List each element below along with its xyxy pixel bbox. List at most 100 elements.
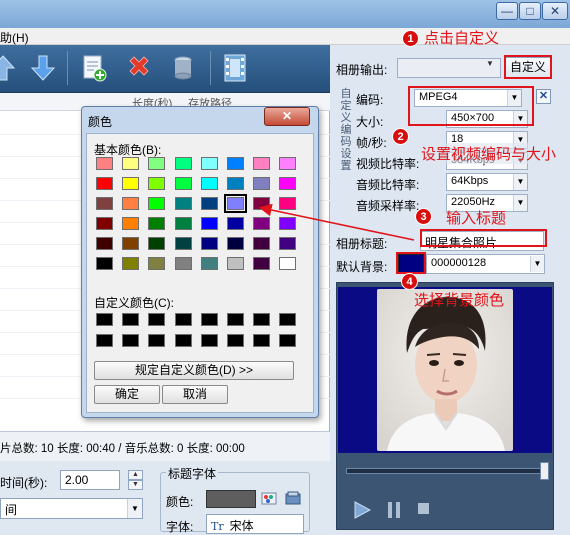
add-item-icon[interactable] [77, 51, 111, 85]
annotation-4-box [396, 252, 426, 274]
basic-color-swatch[interactable] [122, 237, 140, 250]
spin-up-icon[interactable]: ▲ [128, 470, 143, 480]
basic-color-swatch[interactable] [224, 194, 247, 213]
font-color-swatch[interactable] [206, 490, 256, 508]
basic-color-swatch[interactable] [148, 157, 166, 170]
chevron-down-icon[interactable]: ▼ [513, 174, 527, 190]
chevron-down-icon[interactable]: ▼ [513, 195, 527, 211]
basic-color-swatch[interactable] [174, 217, 192, 230]
duration-input[interactable]: 2.00 [60, 470, 120, 490]
basic-color-swatch[interactable] [227, 217, 244, 230]
custom-color-swatch[interactable] [174, 313, 192, 326]
palette-icon[interactable] [260, 489, 278, 510]
custom-color-swatch[interactable] [227, 313, 244, 326]
basic-color-swatch[interactable] [174, 177, 192, 190]
play-icon[interactable] [352, 500, 372, 523]
basic-color-swatch[interactable] [279, 177, 297, 190]
basic-color-swatch[interactable] [122, 217, 140, 230]
basic-color-swatch[interactable] [174, 197, 192, 210]
custom-color-swatch[interactable] [122, 334, 140, 347]
film-strip-icon[interactable] [218, 51, 252, 85]
custom-color-swatch[interactable] [148, 334, 166, 347]
transition-select[interactable]: 间 [0, 498, 143, 519]
basic-color-swatch[interactable] [253, 177, 271, 190]
basic-color-swatch[interactable] [200, 217, 218, 230]
custom-color-swatch[interactable] [200, 334, 218, 347]
basic-color-swatch[interactable] [148, 237, 166, 250]
basic-color-swatch[interactable] [200, 177, 218, 190]
basic-color-swatch[interactable] [227, 237, 244, 250]
basic-color-swatch[interactable] [253, 257, 271, 270]
pause-icon[interactable] [386, 500, 402, 523]
basic-color-swatch[interactable] [279, 157, 297, 170]
maximize-button[interactable]: □ [519, 2, 541, 20]
basic-color-swatch[interactable] [96, 217, 113, 230]
custom-color-swatch[interactable] [148, 313, 166, 326]
cancel-button[interactable]: 取消 [162, 385, 228, 404]
custom-color-swatch[interactable] [200, 313, 218, 326]
close-settings-icon[interactable]: ✕ [536, 89, 551, 104]
define-custom-colors-button[interactable]: 规定自定义颜色(D) >> [94, 361, 294, 380]
basic-color-swatch[interactable] [148, 177, 166, 190]
custom-color-swatch[interactable] [253, 334, 271, 347]
basic-color-swatch[interactable] [174, 237, 192, 250]
basic-color-swatch[interactable] [96, 257, 113, 270]
basic-color-swatch[interactable] [279, 257, 297, 270]
basic-color-swatch[interactable] [200, 157, 218, 170]
basic-color-swatch[interactable] [148, 217, 166, 230]
basic-color-swatch[interactable] [96, 237, 113, 250]
basic-color-swatch[interactable] [122, 257, 140, 270]
chevron-down-icon[interactable]: ▼ [486, 59, 494, 68]
basic-color-swatch[interactable] [148, 257, 166, 270]
spin-down-icon[interactable]: ▼ [128, 480, 143, 490]
basic-color-swatch[interactable] [200, 237, 218, 250]
basic-color-swatch[interactable] [253, 157, 271, 170]
font-type-icon: Tr [211, 520, 224, 533]
custom-encoding-vertical-label: 自定义编码设置 [340, 88, 352, 172]
basic-color-swatch[interactable] [227, 177, 244, 190]
basic-color-swatch[interactable] [227, 257, 244, 270]
custom-color-swatch[interactable] [227, 334, 244, 347]
basic-color-swatch[interactable] [122, 177, 140, 190]
custom-color-swatch[interactable] [279, 313, 297, 326]
chevron-down-icon[interactable]: ▼ [530, 256, 544, 272]
annotation-1-badge: 1 [402, 30, 419, 47]
basic-color-swatch[interactable] [148, 197, 166, 210]
custom-color-swatch[interactable] [279, 334, 297, 347]
playback-slider-thumb[interactable] [540, 462, 549, 480]
basic-color-swatch[interactable] [200, 197, 218, 210]
annotation-3-text: 输入标题 [446, 209, 507, 227]
menu-help[interactable]: 助(H) [0, 29, 29, 46]
basic-color-swatch[interactable] [174, 257, 192, 270]
clear-icon[interactable] [166, 51, 200, 85]
move-down-icon[interactable] [26, 51, 60, 85]
custom-color-swatch[interactable] [96, 313, 113, 326]
custom-color-swatch[interactable] [174, 334, 192, 347]
font-select[interactable]: Tr 宋体 [206, 514, 304, 534]
basic-color-swatch[interactable] [227, 157, 244, 170]
dialog-close-icon[interactable]: ✕ [264, 107, 310, 126]
basic-color-swatch[interactable] [96, 157, 113, 170]
minimize-button[interactable]: — [496, 2, 518, 20]
basic-color-swatch[interactable] [96, 197, 113, 210]
annotation-1-text: 点击自定义 [424, 29, 500, 47]
custom-color-swatch[interactable] [253, 313, 271, 326]
basic-color-swatch[interactable] [200, 257, 218, 270]
basic-color-swatch[interactable] [96, 177, 113, 190]
basic-color-swatch[interactable] [122, 197, 140, 210]
move-up-icon[interactable] [0, 51, 20, 85]
close-window-button[interactable]: ✕ [542, 2, 568, 20]
basic-color-swatch[interactable] [174, 157, 192, 170]
codec-label: 编码: [356, 93, 384, 107]
custom-color-swatch[interactable] [96, 334, 113, 347]
delete-icon[interactable] [122, 51, 156, 85]
font-settings-icon[interactable] [284, 489, 302, 510]
basic-color-swatch[interactable] [122, 157, 140, 170]
default-bg-select[interactable]: 000000128 [426, 254, 545, 274]
chevron-down-icon[interactable]: ▼ [127, 499, 142, 518]
stop-icon[interactable] [418, 503, 429, 514]
playback-slider[interactable] [346, 468, 546, 474]
ok-button[interactable]: 确定 [94, 385, 160, 404]
toolbar-separator [67, 51, 68, 85]
custom-color-swatch[interactable] [122, 313, 140, 326]
